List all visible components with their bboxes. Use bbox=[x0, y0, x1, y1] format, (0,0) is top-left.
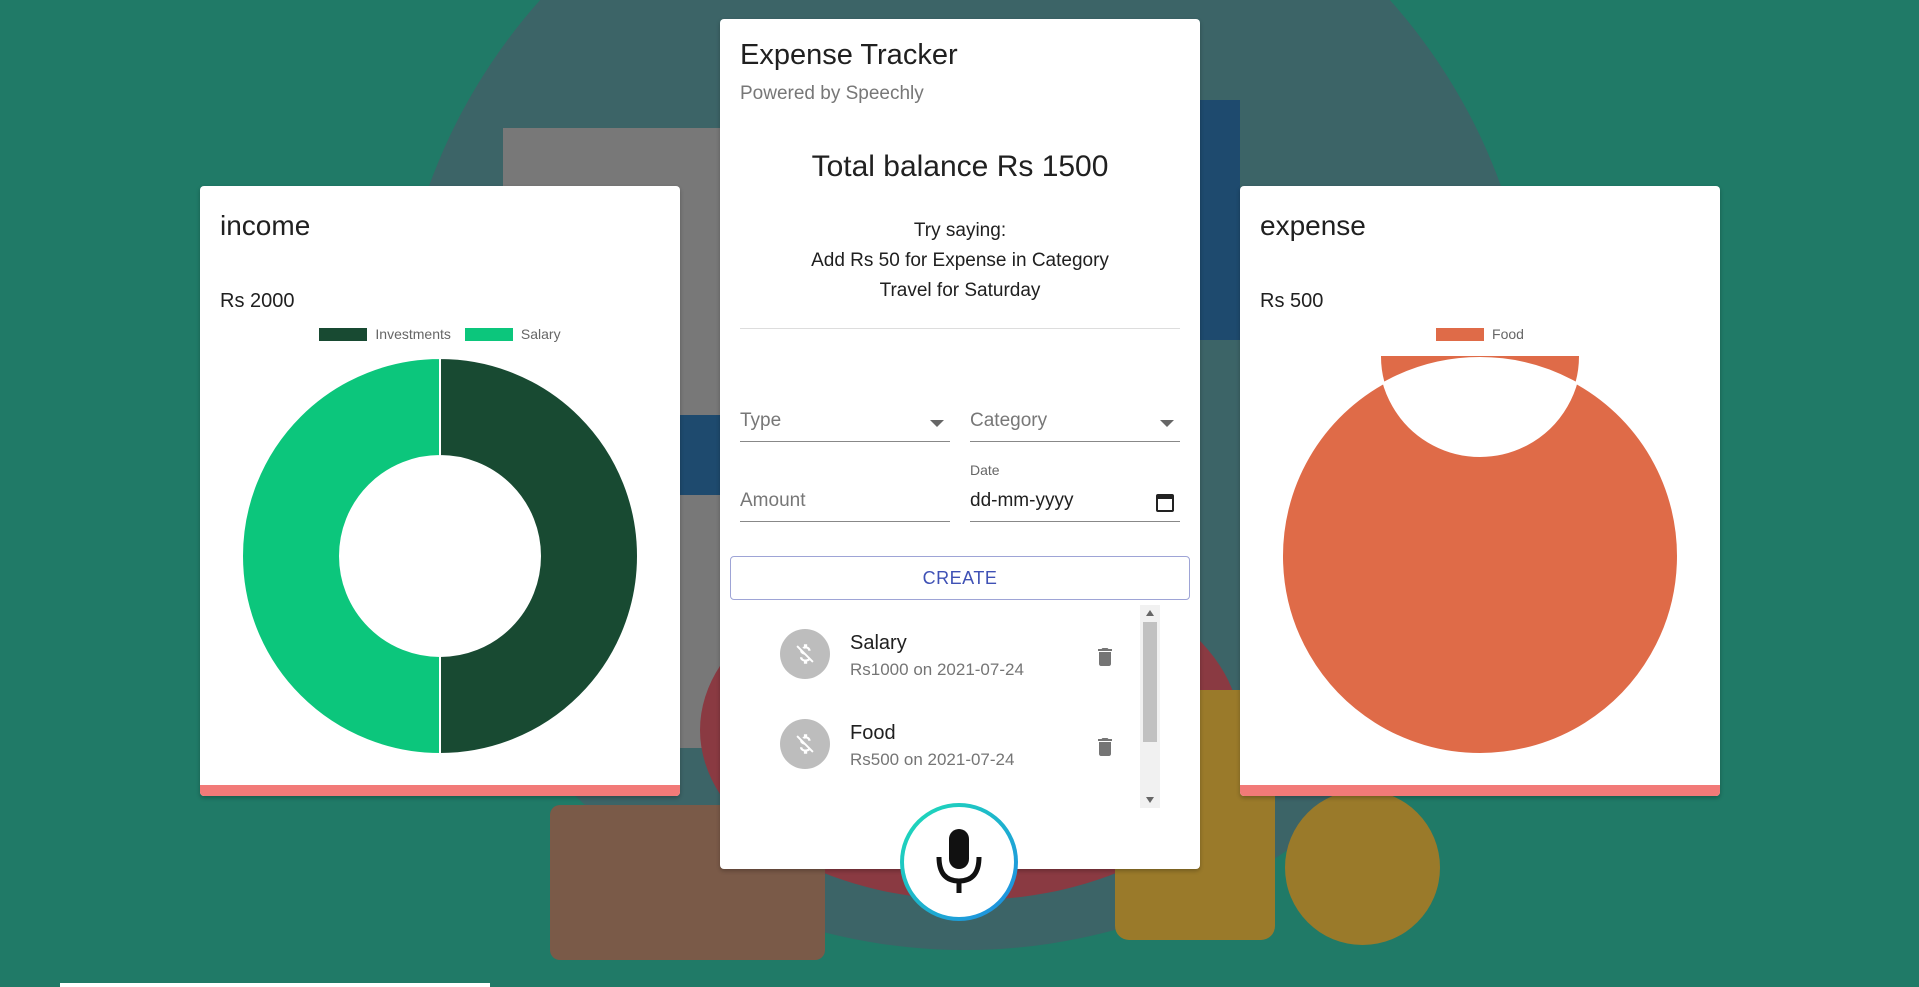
trash-icon[interactable] bbox=[1093, 645, 1117, 669]
legend-swatch-salary bbox=[464, 327, 513, 341]
money-off-icon bbox=[780, 719, 830, 769]
calendar-icon[interactable] bbox=[1156, 494, 1174, 512]
type-select-placeholder: Type bbox=[740, 410, 782, 431]
app-title: Expense Tracker bbox=[740, 39, 958, 71]
legend-item-investments[interactable]: Investments bbox=[319, 326, 451, 342]
divider bbox=[740, 328, 1180, 329]
legend-swatch-investments bbox=[319, 327, 368, 341]
bottom-indicator bbox=[60, 983, 490, 987]
income-legend: Investments Salary bbox=[200, 326, 680, 342]
voice-hint-line-2: Add Rs 50 for Expense in Category bbox=[811, 250, 1109, 271]
expense-card: expense Rs 500 Food bbox=[1240, 186, 1720, 796]
expense-accent-strip bbox=[1240, 785, 1720, 796]
voice-hint-line-1: Try saying: bbox=[913, 220, 1007, 241]
chevron-down-icon bbox=[930, 420, 944, 427]
income-donut-chart bbox=[241, 356, 639, 756]
chevron-down-icon bbox=[1160, 420, 1174, 427]
expense-title: expense bbox=[1260, 210, 1366, 241]
trash-icon[interactable] bbox=[1093, 735, 1117, 759]
legend-label-investments: Investments bbox=[375, 326, 451, 342]
amount-input-placeholder: Amount bbox=[740, 490, 806, 511]
income-slice-salary[interactable] bbox=[241, 356, 441, 756]
type-select[interactable]: Type bbox=[740, 410, 950, 442]
scroll-down-icon[interactable] bbox=[1146, 797, 1154, 803]
income-slice-investments[interactable] bbox=[439, 356, 639, 756]
scrollbar-thumb[interactable] bbox=[1143, 622, 1157, 742]
expense-legend: Food bbox=[1240, 326, 1720, 342]
category-select[interactable]: Category bbox=[970, 410, 1180, 442]
income-card: income Rs 2000 Investments Salary bbox=[200, 186, 680, 796]
money-off-icon bbox=[780, 629, 830, 679]
background-dollar-coin bbox=[1285, 790, 1440, 945]
microphone-button[interactable] bbox=[900, 803, 1018, 921]
income-title: income bbox=[220, 210, 311, 241]
expense-total: Rs 500 bbox=[1260, 290, 1324, 312]
expense-tracker-card: Expense Tracker Powered by Speechly Tota… bbox=[720, 19, 1200, 869]
expense-donut-chart bbox=[1281, 356, 1679, 755]
legend-swatch-food bbox=[1436, 327, 1485, 341]
date-input[interactable]: dd-mm-yyyy bbox=[970, 490, 1180, 522]
legend-label-food: Food bbox=[1492, 326, 1524, 342]
legend-label-salary: Salary bbox=[520, 326, 561, 342]
list-item[interactable]: Food Rs500 on 2021-07-24 bbox=[760, 705, 1140, 775]
income-accent-strip bbox=[200, 785, 680, 796]
legend-item-salary[interactable]: Salary bbox=[464, 326, 561, 342]
scroll-up-icon[interactable] bbox=[1146, 610, 1154, 616]
transaction-subtitle: Rs500 on 2021-07-24 bbox=[850, 750, 1015, 769]
list-item[interactable]: Salary Rs1000 on 2021-07-24 bbox=[760, 615, 1140, 685]
date-input-value: dd-mm-yyyy bbox=[970, 490, 1074, 511]
app-subtitle: Powered by Speechly bbox=[740, 83, 924, 104]
transaction-subtitle: Rs1000 on 2021-07-24 bbox=[850, 660, 1024, 679]
category-select-placeholder: Category bbox=[970, 410, 1048, 431]
legend-item-food[interactable]: Food bbox=[1436, 326, 1524, 342]
microphone-button-face bbox=[904, 807, 1014, 917]
microphone-icon bbox=[936, 829, 982, 893]
transaction-list: Salary Rs1000 on 2021-07-24 Food Rs500 o… bbox=[760, 605, 1160, 808]
income-total: Rs 2000 bbox=[220, 290, 295, 312]
create-button[interactable]: CREATE bbox=[730, 556, 1190, 600]
transaction-title: Food bbox=[850, 722, 896, 744]
date-label: Date bbox=[970, 462, 1000, 478]
amount-input[interactable]: Amount bbox=[740, 490, 950, 522]
transaction-title: Salary bbox=[850, 632, 907, 654]
total-balance: Total balance Rs 1500 bbox=[811, 150, 1109, 183]
voice-hint: Try saying: Add Rs 50 for Expense in Cat… bbox=[720, 216, 1200, 306]
background-house bbox=[1200, 100, 1240, 340]
list-scrollbar[interactable] bbox=[1140, 605, 1160, 808]
voice-hint-line-3: Travel for Saturday bbox=[879, 280, 1041, 301]
